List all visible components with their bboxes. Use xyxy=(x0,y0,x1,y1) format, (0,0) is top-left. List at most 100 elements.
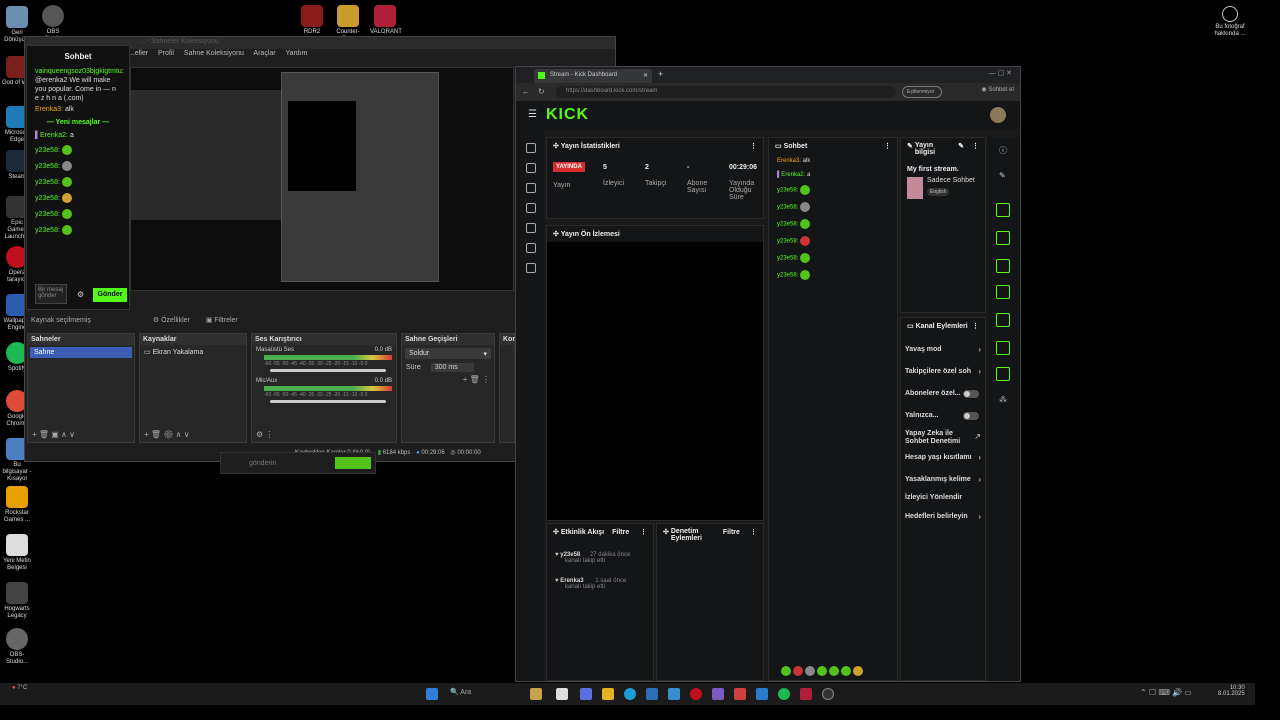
pen-icon[interactable]: ✎ xyxy=(999,171,1006,180)
tool-users-icon[interactable]: ⁂ xyxy=(999,395,1007,404)
mod-filter[interactable]: Filtre xyxy=(723,529,740,536)
menu-help[interactable]: Yardım xyxy=(285,50,307,57)
avatar[interactable] xyxy=(990,107,1006,123)
cs-icon xyxy=(337,5,359,27)
sync-button[interactable]: Eşitlenmiyor xyxy=(902,86,942,98)
app-icon[interactable] xyxy=(668,688,680,700)
desktop-icon-obs-studio[interactable]: OBS-Studio... xyxy=(2,628,32,666)
tool-wrench-icon[interactable] xyxy=(996,367,1010,381)
desktop-icon-rdr2[interactable]: RDR2 xyxy=(297,5,327,36)
sidebar-monetize-icon[interactable] xyxy=(526,243,536,253)
back-icon[interactable]: ← xyxy=(522,87,530,96)
menu-tools[interactable]: Araçlar xyxy=(253,50,275,57)
menu-icon[interactable]: ☰ xyxy=(528,109,537,120)
url-input[interactable]: https://dashboard.kick.com/stream xyxy=(556,86,896,98)
tool-chat-icon[interactable] xyxy=(996,285,1010,299)
chat-input[interactable]: Bir mesaj gönder xyxy=(35,284,67,304)
settings-icon[interactable]: ⚙ xyxy=(77,290,84,299)
transition-select[interactable]: Soldur ▾ xyxy=(405,348,491,359)
desktop-icon-valorant[interactable]: VALORANT xyxy=(370,5,402,36)
copilot-button[interactable]: ◉ Sohbet et xyxy=(981,86,1014,93)
rockstar-icon xyxy=(6,486,28,508)
action-slow-mode[interactable]: Yavaş mod xyxy=(905,346,985,353)
subscribers-toggle[interactable] xyxy=(963,390,979,398)
more-icon[interactable]: ⋮ xyxy=(640,528,647,536)
kick-logo[interactable]: KICK xyxy=(546,106,589,124)
emotes-toggle[interactable] xyxy=(963,412,979,420)
explorer-icon[interactable] xyxy=(602,688,614,700)
window-controls[interactable]: — ▢ ✕ xyxy=(989,69,1012,77)
action-banned-words[interactable]: Yasaklanmış kelime xyxy=(905,476,985,483)
more-icon[interactable]: ⋮ xyxy=(972,142,979,150)
tray-icons[interactable]: ⌃ ☐ ⌨ 🔊 ▭ xyxy=(1140,688,1192,697)
sidebar-trophy-icon[interactable] xyxy=(526,183,536,193)
menu-scene-collection[interactable]: Sahne Koleksiyonu xyxy=(184,50,244,57)
scene-controls[interactable]: + 🗑 ▣ ∧ ∨ xyxy=(32,430,75,439)
heart-icon: ♥ xyxy=(555,552,559,558)
menu-scenes[interactable]: ...eller xyxy=(129,50,148,57)
download-icon[interactable] xyxy=(756,688,768,700)
desktop-icon-rockstar[interactable]: Rockstar Games ... xyxy=(2,486,32,524)
activity-filter[interactable]: Filtre xyxy=(612,529,629,536)
obs-preview[interactable] xyxy=(130,67,514,291)
store-icon[interactable] xyxy=(646,688,658,700)
new-tab-icon[interactable]: + xyxy=(658,69,663,79)
tool-clip-icon[interactable] xyxy=(996,203,1010,217)
category-name[interactable]: Sadece Sohbet xyxy=(927,177,975,184)
action-account-age[interactable]: Hesap yaşı kısıtlamı xyxy=(905,454,985,461)
menu-profile[interactable]: Profil xyxy=(158,50,174,57)
sidebar-content-icon[interactable] xyxy=(526,163,536,173)
source-controls[interactable]: + 🗑 ⚙ ∧ ∨ xyxy=(144,430,190,439)
task-view-icon[interactable] xyxy=(556,688,568,700)
sidebar-settings-icon[interactable] xyxy=(526,263,536,273)
volume-slider[interactable] xyxy=(270,369,386,372)
more-icon[interactable]: ⋮ xyxy=(750,142,757,150)
tool-lightning-icon[interactable] xyxy=(996,231,1010,245)
stat-viewers-value: 5 xyxy=(603,164,607,171)
source-item[interactable]: ▭ Ekran Yakalama xyxy=(140,345,246,359)
edge-icon[interactable] xyxy=(624,688,636,700)
tool-list-icon[interactable] xyxy=(996,259,1010,273)
browser-tab[interactable]: Stream - Kick Dashboard ✕ xyxy=(534,69,652,83)
filters-button[interactable]: ▣ Filtreler xyxy=(206,317,238,324)
desktop-icon-hogwarts[interactable]: Hogwarts Legacy xyxy=(2,582,32,620)
scene-item[interactable]: Sahne xyxy=(30,347,132,358)
emote-bar[interactable] xyxy=(779,665,863,676)
copilot-icon[interactable] xyxy=(580,688,592,700)
sidebar-stream-icon[interactable] xyxy=(526,143,536,153)
widgets-icon[interactable] xyxy=(530,688,542,700)
action-followers-only[interactable]: Takipçilere özel soh xyxy=(905,368,985,375)
opera-icon[interactable] xyxy=(690,688,702,700)
more-icon[interactable]: ⋮ xyxy=(972,322,979,330)
mixer-controls[interactable]: ⚙ ⋮ xyxy=(256,430,273,439)
info-icon[interactable]: ⓘ xyxy=(999,145,1007,156)
volume-slider[interactable] xyxy=(270,400,386,403)
sidebar-tools-icon[interactable] xyxy=(526,223,536,233)
search-box[interactable]: 🔍 Ara xyxy=(450,688,471,696)
start-icon[interactable] xyxy=(426,688,438,700)
more-icon[interactable]: ⋮ xyxy=(884,142,891,150)
app-icon[interactable] xyxy=(734,688,746,700)
clock[interactable]: 10:30 8.01.2025 xyxy=(1218,685,1245,697)
duration-input[interactable]: 300 ms xyxy=(430,363,474,372)
app-icon[interactable] xyxy=(712,688,724,700)
spotify-icon[interactable] xyxy=(778,688,790,700)
tool-raid-icon[interactable] xyxy=(996,313,1010,327)
action-ai-moderation[interactable]: Yapay Zeka ile Sohbet Denetimi xyxy=(905,430,965,446)
photo-info[interactable]: Bu fotoğraf hakkında ... xyxy=(1212,6,1248,38)
close-tab-icon[interactable]: ✕ xyxy=(643,72,648,79)
action-raid[interactable]: İzleyici Yönlendir xyxy=(905,494,985,501)
send-button[interactable]: Gönder xyxy=(93,288,127,302)
transition-controls[interactable]: + 🗑 ⋮ xyxy=(402,373,494,386)
desktop-icon-text-file[interactable]: Yeni Metin Belgesi xyxy=(2,534,32,572)
edit-icon[interactable]: ✎ xyxy=(958,142,964,150)
valorant-icon[interactable] xyxy=(800,688,812,700)
more-icon[interactable]: ⋮ xyxy=(750,528,757,536)
tool-mod-icon[interactable] xyxy=(996,341,1010,355)
sidebar-community-icon[interactable] xyxy=(526,203,536,213)
properties-button[interactable]: ⚙ Özellikler xyxy=(153,317,190,324)
reload-icon[interactable]: ↻ xyxy=(538,87,545,96)
action-goals[interactable]: Hedefleri belirleyin xyxy=(905,513,985,520)
weather-widget[interactable]: ● 7°C xyxy=(12,685,27,691)
obs-icon[interactable] xyxy=(822,688,834,700)
